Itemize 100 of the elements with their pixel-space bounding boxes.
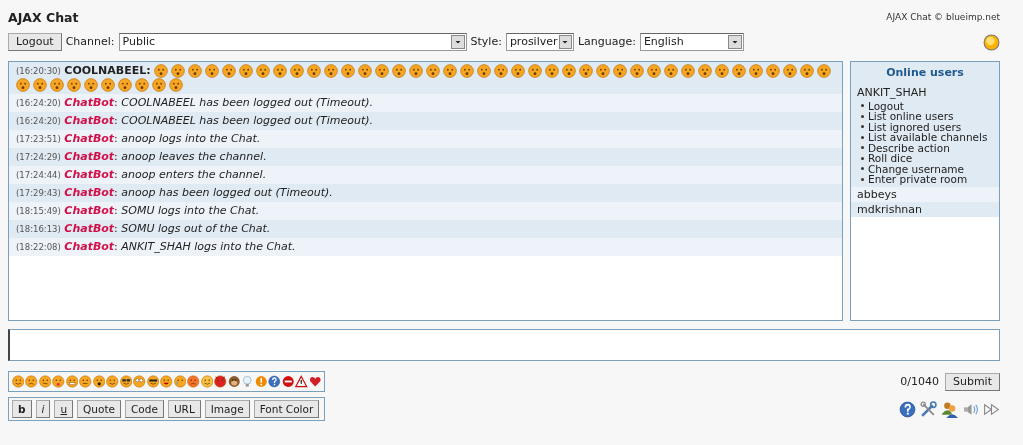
angry-face-icon[interactable]	[187, 375, 200, 388]
format-button[interactable]: i	[35, 400, 51, 418]
laughing-face-icon[interactable]	[160, 375, 173, 388]
format-button[interactable]: b	[12, 400, 32, 418]
status-icon[interactable]	[983, 33, 1000, 51]
heart-icon[interactable]	[308, 375, 322, 388]
users-icon[interactable]	[941, 401, 958, 418]
smiley-icon	[460, 64, 475, 78]
exclamation-icon[interactable]	[254, 375, 268, 388]
smiley-icon	[800, 64, 815, 78]
smiley-icon	[67, 78, 81, 92]
smiley-icon	[171, 64, 186, 78]
user-menu-item[interactable]: Enter private room	[868, 174, 968, 185]
user-menu-item[interactable]: Roll dice	[868, 153, 913, 164]
sad-face-icon[interactable]	[25, 375, 38, 388]
neutral-face-icon[interactable]	[79, 375, 92, 388]
credit-text: AJAX Chat © blueimp.net	[886, 11, 1000, 25]
timestamp: (16:20:30)	[16, 66, 61, 76]
help-icon[interactable]	[899, 401, 916, 418]
field-label: Channel:	[65, 33, 115, 50]
smiley-icon	[426, 64, 441, 78]
username: COOLNABEEL:	[64, 64, 151, 77]
message-text: COOLNABEEL has been logged out (Timeout).	[121, 114, 374, 127]
user-menu-item[interactable]: List online users	[868, 111, 954, 122]
help-icon[interactable]	[268, 375, 281, 388]
bullet-icon	[861, 125, 864, 129]
smiley-icon	[101, 78, 115, 92]
fast-forward-icon[interactable]	[983, 401, 1000, 418]
user-menu-item[interactable]: Describe action	[868, 142, 950, 153]
smiley-icon	[239, 64, 254, 78]
timestamp: (17:29:43)	[16, 188, 61, 198]
monkey-face-icon[interactable]	[227, 375, 241, 388]
smiley-icon	[562, 64, 577, 78]
smiley-icon	[698, 64, 713, 78]
user-name[interactable]: mdkrishnan	[857, 203, 993, 215]
separator-text: :	[114, 222, 118, 235]
smiley-icon	[154, 64, 169, 78]
grin-face-icon[interactable]	[65, 375, 79, 388]
format-button[interactable]: Code	[125, 400, 164, 418]
warning-icon[interactable]	[295, 375, 308, 388]
smiley-icon	[715, 64, 730, 78]
smiley-icon	[783, 64, 798, 78]
smiley-icon	[613, 64, 628, 78]
bullet-icon	[861, 156, 864, 160]
caret-icon	[561, 38, 570, 46]
bullet-icon	[861, 135, 864, 139]
timestamp: (17:23:51)	[16, 134, 61, 144]
tongue-face-icon[interactable]	[52, 375, 65, 388]
smiley-icon	[528, 64, 543, 78]
smiley-icon	[152, 78, 166, 92]
submit-button[interactable]: Submit	[944, 373, 1000, 391]
smiley-icon	[545, 64, 560, 78]
channel-select[interactable]: Public	[118, 33, 467, 51]
format-button[interactable]: u	[54, 400, 74, 418]
smiley-icon	[375, 64, 390, 78]
smiley-icon	[33, 78, 47, 92]
timestamp: (16:24:20)	[16, 98, 61, 108]
user-menu-item[interactable]: Change username	[868, 163, 965, 174]
surprised-face-icon[interactable]	[92, 375, 106, 388]
smiley-icon	[290, 64, 305, 78]
format-button[interactable]: Image	[204, 400, 250, 418]
separator-text: :	[114, 168, 118, 181]
tools-icon[interactable]	[920, 401, 937, 418]
smirk-face-icon[interactable]	[38, 375, 52, 388]
smiley-icon[interactable]	[106, 375, 119, 388]
bullet-icon	[861, 167, 864, 171]
format-button[interactable]: URL	[167, 400, 201, 418]
logout-button[interactable]: Logout	[8, 33, 62, 51]
devil-face-icon[interactable]	[214, 375, 227, 388]
smiley-icon	[169, 78, 183, 92]
happy-face-icon[interactable]	[200, 375, 214, 388]
speaker-icon[interactable]	[962, 401, 979, 418]
timestamp: (18:15:49)	[16, 206, 61, 216]
stop-icon[interactable]	[281, 375, 295, 388]
separator-text: :	[114, 96, 118, 109]
smiley-icon	[222, 64, 237, 78]
user-name[interactable]: ANKIT_SHAH	[857, 86, 993, 98]
language-select[interactable]: English	[639, 33, 744, 51]
crying-face-icon[interactable]	[173, 375, 187, 388]
separator-text: :	[114, 240, 118, 253]
message-text: SOMU logs into the Chat.	[121, 204, 260, 217]
message-input[interactable]	[8, 329, 1000, 361]
field-label: Style:	[470, 33, 502, 50]
message-text: ANKIT_SHAH logs into the Chat.	[121, 240, 296, 253]
format-button[interactable]: Quote	[77, 400, 122, 418]
user-name[interactable]: abbeys	[857, 188, 993, 200]
timestamp: (17:24:44)	[16, 170, 61, 180]
style-select[interactable]: prosilver	[505, 33, 574, 51]
user-menu-item[interactable]: List ignored users	[868, 121, 962, 132]
smiley-icon[interactable]	[12, 375, 25, 388]
timestamp: (16:24:20)	[16, 116, 61, 126]
format-button[interactable]: Font Color	[253, 400, 320, 418]
timestamp: (18:16:13)	[16, 224, 61, 234]
user-menu-item[interactable]: Logout	[868, 100, 904, 111]
smiley-icon	[630, 64, 645, 78]
smiley-icon	[494, 64, 509, 78]
glasses-face-icon[interactable]	[119, 375, 133, 388]
user-menu-item[interactable]: List available channels	[868, 132, 988, 143]
separator-text: :	[114, 114, 118, 127]
sunglasses-face-icon[interactable]	[146, 375, 160, 388]
